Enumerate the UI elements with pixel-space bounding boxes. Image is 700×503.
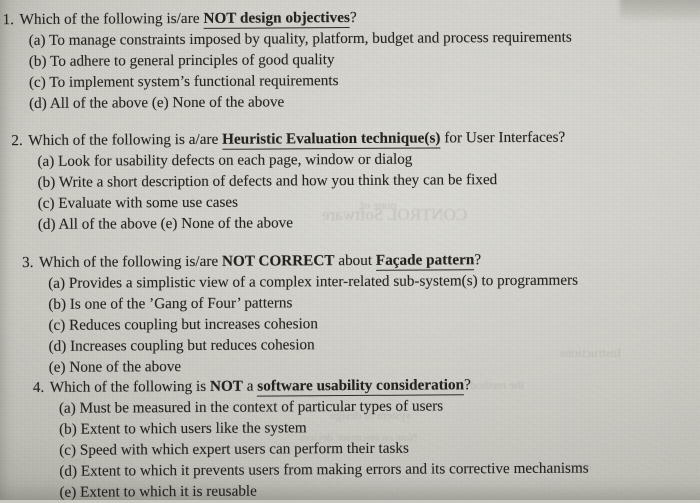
option-text: Is one of the ’Gang of Four’ patterns [70, 294, 293, 312]
stem-segment: Heuristic Evaluation technique(s) [222, 129, 440, 149]
stem-segment: Façade pattern [376, 251, 475, 271]
option-text: Evaluate with some use cases [58, 194, 238, 212]
answer-option[interactable]: (d) All of the above (e) None of the abo… [12, 211, 566, 235]
option-text: Extent to which it is reusable [80, 483, 257, 501]
option-label: (a) [59, 400, 76, 417]
option-label: (b) [38, 174, 56, 191]
answer-option[interactable]: (d) All of the above (e) None of the abo… [3, 90, 572, 114]
option-text: Extent to which users like the system [81, 419, 307, 437]
option-text: Reduces coupling but increases cohesion [69, 315, 318, 334]
option-text: Must be measured in the context of parti… [80, 397, 444, 416]
stem-segment: ? [464, 376, 471, 393]
question-3: 3.Which of the following is/are NOT CORR… [22, 249, 579, 378]
stem-segment: Which of the following is a/are [28, 131, 222, 149]
stem-segment: about [334, 252, 376, 269]
stem-segment: software usability consideration [257, 376, 464, 396]
option-text: None of the above [69, 358, 181, 376]
option-label: (c) [29, 74, 46, 91]
stem-segment: NOT CORRECT [222, 252, 335, 270]
option-text: All of the above (e) None of the above [50, 93, 285, 111]
stem-segment: ? [474, 251, 481, 268]
stem-segment: NOT design objectives [203, 9, 350, 29]
option-text: Extent to which it prevents users from m… [81, 460, 589, 480]
question-2: 2.Which of the following is a/are Heuris… [11, 127, 566, 235]
option-label: (a) [29, 32, 46, 49]
answer-option[interactable]: (d) Extent to which it prevents users fr… [33, 458, 588, 482]
stem-segment: a [243, 378, 257, 395]
question-number: 3. [22, 252, 39, 273]
option-label: (c) [48, 317, 65, 334]
option-label: (a) [37, 153, 54, 170]
option-label: (d) [38, 216, 56, 233]
stem-segment: ? [350, 9, 357, 26]
question-number: 2. [11, 130, 28, 151]
option-text: To implement system’s functional require… [49, 72, 338, 91]
option-label: (b) [29, 53, 47, 70]
answer-option[interactable]: (a) To manage constraints imposed by qua… [3, 27, 572, 51]
option-text: To adhere to general principles of good … [50, 51, 335, 70]
option-label: (b) [59, 421, 77, 438]
stem-segment: for User Interfaces? [440, 129, 565, 147]
question-4: 4.Which of the following is NOT a softwa… [33, 374, 589, 503]
option-text: All of the above (e) None of the above [58, 214, 293, 232]
question-number: 1. [3, 9, 20, 30]
option-label: (d) [59, 463, 77, 480]
option-label: (b) [48, 296, 66, 313]
question-stem: 2.Which of the following is a/are Heuris… [11, 127, 565, 151]
stem-segment: Which of the following is/are [20, 10, 204, 28]
stem-segment: Which of the following is/are [39, 253, 222, 271]
option-label: (c) [59, 442, 76, 459]
question-1: 1.Which of the following is/are NOT desi… [3, 6, 573, 114]
option-label: (e) [59, 484, 76, 501]
option-text: Write a short description of defects and… [59, 171, 498, 191]
answer-option[interactable]: (e) Extent to which it is reusable [33, 479, 588, 503]
answer-option[interactable]: (b) Write a short description of defects… [12, 169, 566, 193]
option-label: (e) [49, 359, 66, 376]
exam-page-content: 1.Which of the following is/are NOT desi… [0, 0, 700, 502]
option-text: Provides a simplistic view of a complex … [69, 272, 578, 292]
stem-segment: Which of the following is [50, 378, 210, 396]
option-text: To manage constraints imposed by quality… [49, 29, 572, 49]
option-text: Increases coupling but reduces cohesion [70, 336, 315, 354]
option-text: Look for usability defects on each page,… [58, 151, 412, 170]
answer-option[interactable]: (a) Provides a simplistic view of a comp… [22, 270, 578, 294]
option-text: Speed with which expert users can perfor… [80, 440, 409, 459]
option-label: (d) [49, 338, 67, 355]
question-number: 4. [33, 377, 50, 398]
stem-segment: NOT [210, 378, 243, 395]
option-label: (d) [29, 95, 47, 112]
option-label: (c) [38, 195, 55, 212]
option-label: (a) [48, 275, 65, 292]
